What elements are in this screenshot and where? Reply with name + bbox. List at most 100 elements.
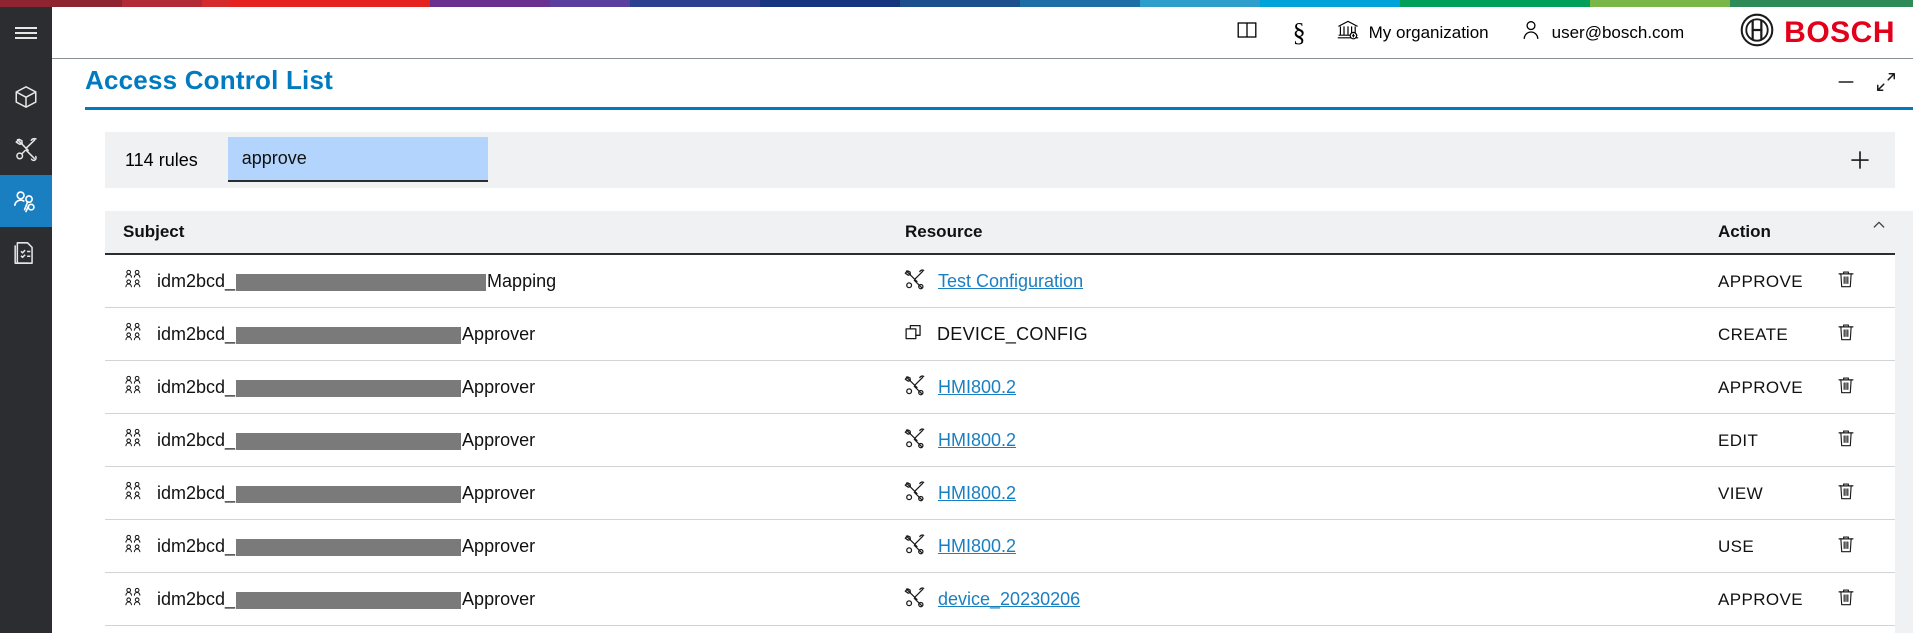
bosch-logo: BOSCH — [1740, 13, 1895, 52]
organization-button[interactable]: My organization — [1336, 18, 1489, 47]
supergraphic-segment — [430, 0, 550, 7]
hamburger-icon — [15, 27, 37, 29]
group-icon — [123, 586, 145, 613]
group-icon — [123, 480, 145, 507]
delete-rule-button[interactable] — [1835, 467, 1857, 520]
subject-redacted-block — [236, 327, 461, 344]
table-row[interactable]: idm2bcd_ Approver device_20230206 APPROVE — [105, 573, 1895, 626]
filter-bar: 114 rules — [105, 132, 1895, 188]
documentation-button[interactable] — [1235, 18, 1259, 47]
page-title: Access Control List — [85, 65, 333, 96]
action-label: APPROVE — [1718, 378, 1803, 398]
book-icon — [1235, 18, 1259, 47]
cube-icon — [13, 84, 39, 110]
group-icon — [123, 321, 145, 348]
table-header: Subject Resource Action — [105, 211, 1895, 253]
delete-rule-button[interactable] — [1835, 520, 1857, 573]
tools-icon — [903, 480, 926, 508]
action-label: CREATE — [1718, 325, 1788, 345]
subject-redacted-block — [236, 380, 461, 397]
delete-rule-button[interactable] — [1835, 308, 1857, 361]
supergraphic-segment — [630, 0, 760, 7]
top-header: § My organization user@bosch.com — [52, 7, 1913, 59]
subject-redacted-block — [236, 274, 486, 291]
bosch-anchor-logo — [1740, 13, 1774, 52]
subject-redacted-block — [236, 433, 461, 450]
subject-suffix: Mapping — [487, 271, 556, 291]
table-row[interactable]: idm2bcd_Approver HMI800.2 EDIT — [105, 414, 1895, 467]
supergraphic-segment — [1400, 0, 1590, 7]
search-input[interactable] — [228, 137, 488, 182]
minimize-button[interactable] — [1835, 71, 1857, 93]
panel-title-row: Access Control List — [52, 59, 1913, 107]
column-header-subject[interactable]: Subject — [123, 222, 184, 242]
subject-redacted-block — [236, 592, 461, 609]
resource-label[interactable]: HMI800.2 — [938, 377, 1016, 398]
subject-prefix: idm2bcd_ — [157, 377, 235, 397]
resource-label[interactable]: Test Configuration — [938, 271, 1083, 292]
resource-label[interactable]: device_20230206 — [938, 589, 1080, 610]
table-row[interactable]: idm2bcd_Approver DEVICE_CONFIG CREATE — [105, 308, 1895, 361]
expand-button[interactable] — [1875, 71, 1897, 93]
resource-label: DEVICE_CONFIG — [937, 324, 1088, 345]
cell-subject: idm2bcd_Mapping — [123, 255, 556, 308]
subject-suffix: Approver — [462, 377, 535, 397]
delete-rule-button[interactable] — [1835, 361, 1857, 414]
sidebar-item-access-control[interactable] — [0, 175, 52, 227]
sidebar-item-configurations[interactable] — [0, 123, 52, 175]
group-icon — [123, 533, 145, 560]
table-row[interactable]: idm2bcd_Approver HMI800.2 VIEW — [105, 467, 1895, 520]
subject-suffix: Approver — [462, 536, 535, 556]
table-body[interactable]: idm2bcd_Mapping Test Configuration APPRO… — [105, 253, 1895, 633]
bank-icon — [1336, 18, 1360, 47]
tools-icon — [13, 136, 39, 162]
subject-prefix: idm2bcd_ — [157, 536, 235, 556]
vertical-scrollbar[interactable] — [1895, 211, 1913, 633]
cell-subject: idm2bcd_Approver — [123, 414, 535, 467]
cell-action: VIEW — [1718, 467, 1763, 520]
group-icon — [123, 374, 145, 401]
legal-button[interactable]: § — [1293, 20, 1306, 46]
user-email-label: user@bosch.com — [1552, 23, 1685, 43]
subject-prefix: idm2bcd_ — [157, 430, 235, 450]
subject-redacted-block — [236, 486, 461, 503]
title-underline — [85, 107, 1913, 110]
user-account-button[interactable]: user@bosch.com — [1519, 18, 1685, 47]
delete-rule-button[interactable] — [1835, 255, 1857, 308]
delete-rule-button[interactable] — [1835, 414, 1857, 467]
table-row[interactable]: idm2bcd_Mapping Test Configuration APPRO… — [105, 255, 1895, 308]
supergraphic-segment — [1590, 0, 1730, 7]
column-header-action[interactable]: Action — [1718, 222, 1771, 242]
trash-icon — [1835, 532, 1857, 561]
cell-action: APPROVE — [1718, 361, 1803, 414]
trash-icon — [1835, 426, 1857, 455]
cell-action: APPROVE — [1718, 255, 1803, 308]
sidebar — [0, 7, 52, 633]
cell-resource: Test Configuration — [903, 255, 1083, 308]
sidebar-item-audit-log[interactable] — [0, 227, 52, 279]
copy-icon — [903, 321, 925, 348]
group-icon — [123, 268, 145, 295]
resource-label[interactable]: HMI800.2 — [938, 483, 1016, 504]
resource-label[interactable]: HMI800.2 — [938, 536, 1016, 557]
subject-prefix: idm2bcd_ — [157, 589, 235, 609]
cell-action: APPROVE — [1718, 573, 1803, 626]
delete-rule-button[interactable] — [1835, 573, 1857, 626]
table-row[interactable]: idm2bcd_ Approver HMI800.2 APPROVE — [105, 361, 1895, 414]
column-header-resource[interactable]: Resource — [905, 222, 982, 242]
organization-label: My organization — [1369, 23, 1489, 43]
tools-icon — [903, 268, 926, 296]
tools-icon — [903, 374, 926, 402]
add-rule-button[interactable] — [1847, 147, 1873, 173]
table-row[interactable]: idm2bcd_ Approver HMI800.2 USE — [105, 520, 1895, 573]
cell-resource: DEVICE_CONFIG — [903, 308, 1088, 361]
resource-label[interactable]: HMI800.2 — [938, 430, 1016, 451]
person-icon — [1519, 18, 1543, 47]
chevron-up-icon[interactable] — [1871, 217, 1887, 238]
action-label: APPROVE — [1718, 590, 1803, 610]
cell-action: USE — [1718, 520, 1754, 573]
menu-toggle-button[interactable] — [0, 7, 52, 59]
cell-resource: HMI800.2 — [903, 467, 1016, 520]
sidebar-item-devices[interactable] — [0, 71, 52, 123]
subject-suffix: Approver — [462, 589, 535, 609]
